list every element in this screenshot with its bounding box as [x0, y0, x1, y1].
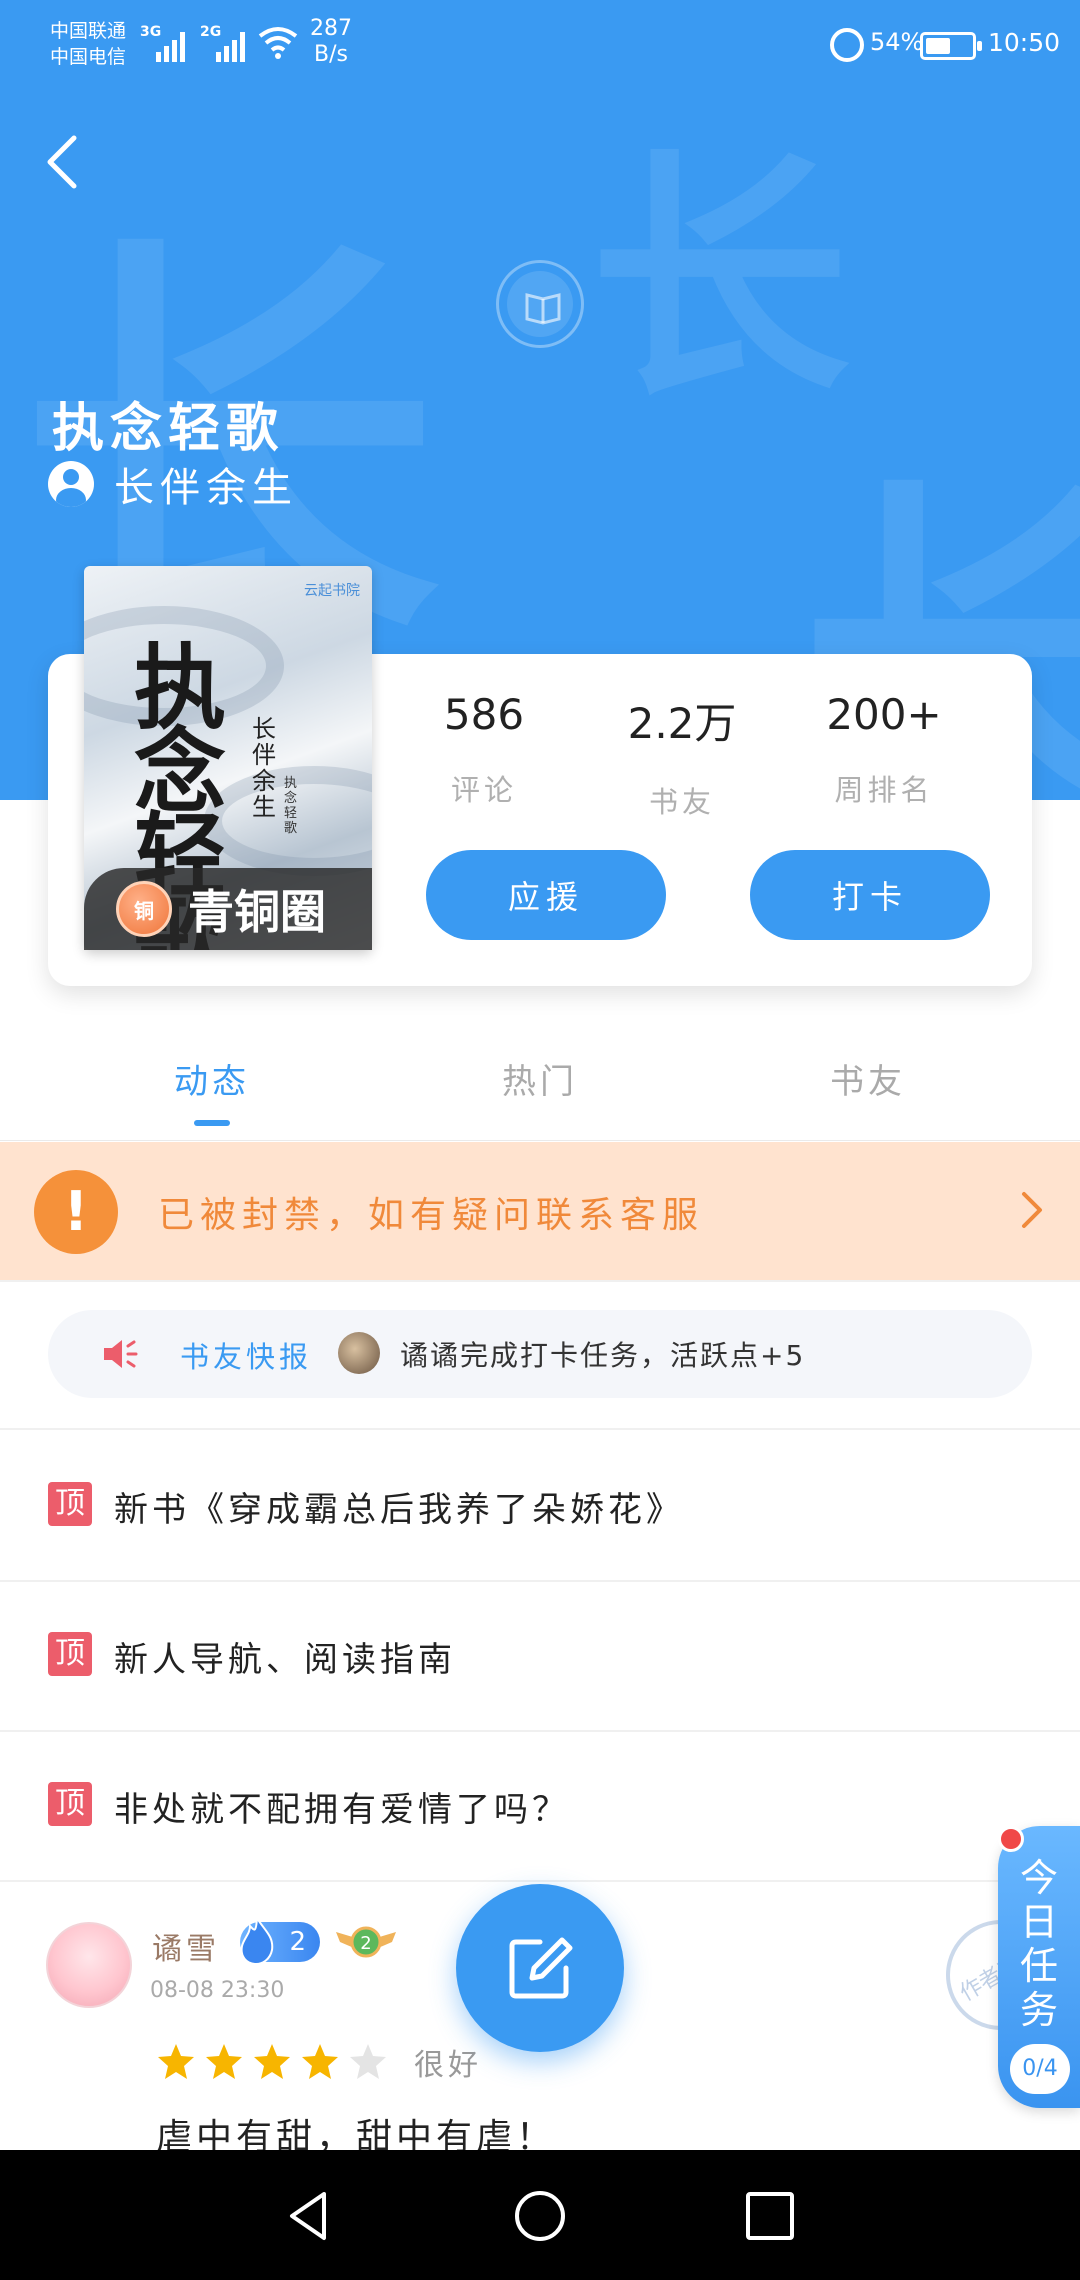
star-rating: 很好	[156, 2040, 482, 2084]
tab-feed[interactable]: 动态	[102, 1054, 322, 1103]
carrier-2: 中国电信	[50, 46, 127, 68]
pinned-title: 新人导航、阅读指南	[114, 1640, 456, 1680]
star-empty-icon	[350, 2044, 386, 2079]
carrier-1: 中国联通	[50, 20, 127, 42]
reader-news-bar[interactable]: 书友快报 谲谲完成打卡任务，活跃点+5	[48, 1310, 1032, 1398]
post-username[interactable]: 谲雪	[152, 1924, 220, 1968]
author-row[interactable]: 长伴余生	[48, 456, 298, 512]
pin-tag: 顶	[48, 1482, 92, 1526]
pinned-title: 非处就不配拥有爱情了吗？	[114, 1790, 570, 1830]
tier-label: 青铜圈	[188, 885, 326, 939]
divider	[0, 1280, 1080, 1282]
open-book-icon	[525, 293, 561, 325]
cover-logo: 云起书院	[304, 583, 360, 599]
carrier-names: 中国联通 中国电信	[50, 18, 126, 70]
stat-value: 2.2万	[627, 699, 737, 748]
battery-icon	[920, 32, 982, 60]
background-glyph: 长	[590, 127, 850, 432]
pin-tag: 顶	[48, 1782, 92, 1826]
author-avatar-icon	[48, 461, 94, 507]
notification-dot	[998, 1826, 1024, 1852]
network-speed-value: 287	[310, 16, 352, 41]
wing-badge-icon: 2	[336, 1926, 396, 1958]
tier-badge[interactable]: 铜 青铜圈	[84, 868, 372, 950]
pinned-post[interactable]: 顶 新人导航、阅读指南	[0, 1580, 1080, 1730]
stat-comments[interactable]: 586 评论	[394, 690, 574, 809]
pin-tag: 顶	[48, 1632, 92, 1676]
nav-back-icon[interactable]	[280, 2186, 340, 2246]
daily-task-widget[interactable]: 今日任务 0/4	[998, 1826, 1080, 2108]
battery-percent: 54%	[870, 28, 924, 56]
news-text: 谲谲完成打卡任务，活跃点+5	[400, 1339, 806, 1372]
author-name: 长伴余生	[114, 465, 298, 511]
chevron-right-icon	[1022, 1192, 1042, 1228]
flame-icon	[240, 1916, 274, 1966]
rating-label: 很好	[414, 2048, 482, 2083]
pinned-post[interactable]: 顶 非处就不配拥有爱情了吗？	[0, 1730, 1080, 1880]
cover-author: 长伴余生	[252, 715, 276, 821]
stat-weekly-rank[interactable]: 200+ 周排名	[794, 690, 974, 809]
stat-readers[interactable]: 2.2万 书友	[592, 690, 772, 821]
book-title: 执念轻歌	[52, 399, 285, 459]
stat-value: 586	[443, 690, 525, 739]
battery-level	[926, 38, 950, 54]
cover-subtitle: 执念轻歌	[284, 776, 298, 836]
checkin-button[interactable]: 打卡	[750, 850, 990, 940]
avatar	[338, 1332, 380, 1374]
chevron-left-icon	[47, 135, 77, 189]
ban-notice-banner[interactable]: ! 已被封禁，如有疑问联系客服	[0, 1142, 1080, 1280]
clock: 10:50	[988, 28, 1061, 57]
tab-popular[interactable]: 热门	[430, 1054, 650, 1103]
task-count: 0/4	[1010, 2044, 1070, 2094]
warning-icon: !	[34, 1170, 118, 1254]
divider	[0, 1880, 1080, 1882]
back-button[interactable]	[36, 130, 96, 190]
network-speed-unit: B/s	[314, 42, 348, 67]
book-badge	[496, 260, 584, 348]
compose-button[interactable]	[456, 1884, 624, 2052]
task-label: 今日任务	[1019, 1856, 1058, 2032]
nav-recents-icon[interactable]	[740, 2186, 800, 2246]
status-bar: 中国联通 中国电信 3G 2G 287 B/s 54% 10:50	[0, 0, 1080, 92]
stat-label: 评论	[450, 773, 517, 807]
support-button[interactable]: 应援	[426, 850, 666, 940]
stat-value: 200+	[826, 690, 942, 739]
star-filled-icon	[254, 2044, 290, 2079]
avatar[interactable]	[46, 1922, 132, 2008]
nav-home-icon[interactable]	[510, 2186, 570, 2246]
tab-readers[interactable]: 书友	[758, 1054, 978, 1103]
star-filled-icon	[302, 2044, 338, 2079]
wifi-icon	[258, 27, 298, 59]
bronze-medal-icon: 铜	[116, 881, 172, 937]
system-nav-bar	[0, 2150, 1080, 2280]
speaker-icon	[104, 1340, 138, 1368]
signal-bars-icon	[156, 26, 192, 62]
star-filled-icon	[158, 2044, 194, 2079]
network-speed: 287 B/s	[310, 16, 352, 68]
stat-label: 周排名	[834, 773, 934, 807]
pinned-title: 新书《穿成霸总后我养了朵娇花》	[114, 1490, 684, 1530]
alarm-icon	[830, 28, 864, 62]
star-filled-icon	[206, 2044, 242, 2079]
ban-notice-text: 已被封禁，如有疑问联系客服	[158, 1195, 705, 1236]
post-time: 08-08 23:30	[150, 1978, 285, 2003]
edit-icon	[509, 1937, 573, 1999]
pinned-post[interactable]: 顶 新书《穿成霸总后我养了朵娇花》	[0, 1430, 1080, 1580]
tab-indicator	[194, 1120, 230, 1126]
stat-label: 书友	[648, 785, 715, 819]
signal-bars-icon	[216, 26, 252, 62]
news-label: 书友快报	[180, 1340, 313, 1374]
divider	[0, 1140, 1080, 1141]
fan-level-value: 2	[289, 1927, 306, 1957]
stars	[156, 2042, 396, 2082]
fan-level-badge: 2	[240, 1916, 320, 1966]
badge-level-value: 2	[360, 1933, 371, 1954]
